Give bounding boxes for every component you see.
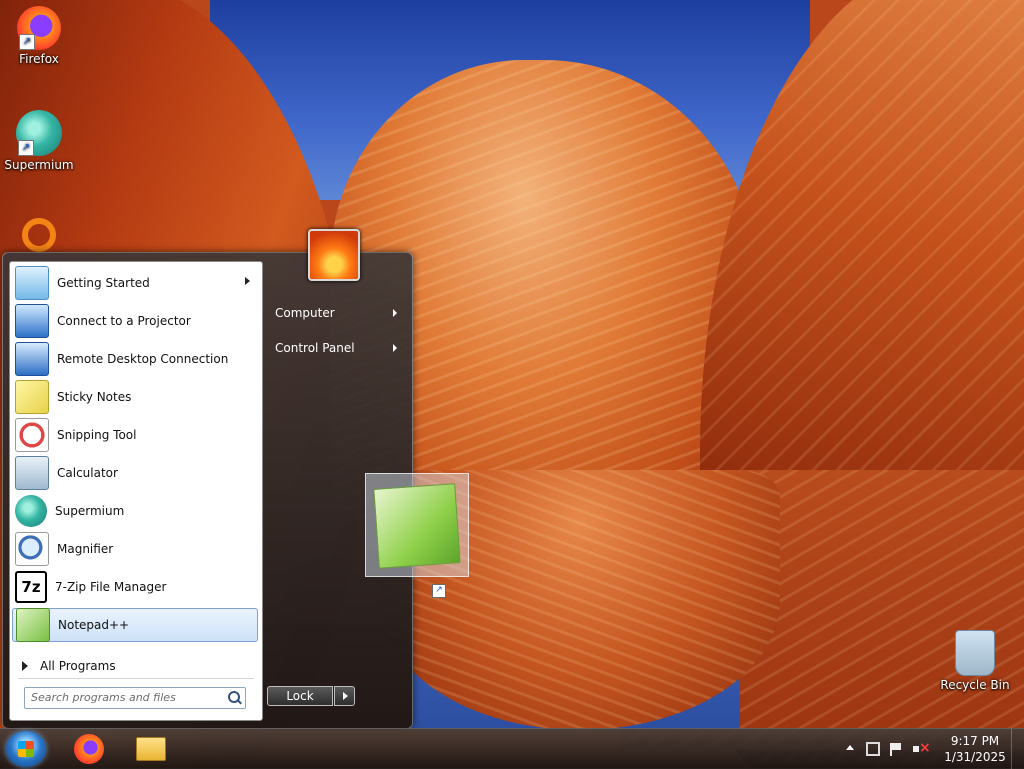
- taskbar-firefox[interactable]: [62, 731, 116, 767]
- calculator-icon: [15, 456, 49, 490]
- snipping-tool-icon: [15, 418, 49, 452]
- program-remote-desktop[interactable]: Remote Desktop Connection: [12, 342, 258, 376]
- program-label: Magnifier: [57, 542, 114, 556]
- taskbar: 9:17 PM 1/31/2025: [0, 728, 1024, 769]
- action-center-flag-icon[interactable]: [888, 742, 902, 756]
- program-label: Calculator: [57, 466, 118, 480]
- start-menu-programs-pane: Getting Started Connect to a Projector R…: [9, 261, 263, 721]
- desktop-icon-partial[interactable]: [1, 218, 77, 254]
- program-getting-started[interactable]: Getting Started: [12, 266, 258, 300]
- submenu-arrow-icon: [393, 309, 397, 317]
- start-button[interactable]: [6, 731, 46, 767]
- clock-time: 9:17 PM: [950, 734, 1000, 748]
- desktop-icon-supermium[interactable]: ↗ Supermium: [1, 110, 77, 172]
- desktop-icon-recycle-bin[interactable]: Recycle Bin: [937, 630, 1013, 692]
- remote-desktop-icon: [15, 342, 49, 376]
- program-label: Getting Started: [57, 276, 150, 290]
- program-calculator[interactable]: Calculator: [12, 456, 258, 490]
- right-item-label: Control Panel: [275, 341, 355, 355]
- lock-button[interactable]: Lock: [267, 686, 333, 706]
- start-menu: Getting Started Connect to a Projector R…: [2, 252, 413, 729]
- sticky-notes-icon: [15, 380, 49, 414]
- program-label: Supermium: [55, 504, 125, 518]
- getting-started-icon: [15, 266, 49, 300]
- notepad-plus-plus-icon: [373, 483, 461, 569]
- shortcut-arrow-icon: ↗: [19, 34, 35, 50]
- program-notepad-plus-plus[interactable]: Notepad++: [12, 608, 258, 642]
- program-7zip[interactable]: 7z 7-Zip File Manager: [12, 570, 258, 604]
- right-item-label: Computer: [275, 306, 335, 320]
- program-sticky-notes[interactable]: Sticky Notes: [12, 380, 258, 414]
- program-label: Notepad++: [58, 618, 130, 632]
- all-programs-label: All Programs: [40, 659, 116, 673]
- user-account-picture[interactable]: [308, 229, 360, 281]
- file-explorer-icon: [136, 737, 166, 761]
- 7zip-icon: 7z: [15, 571, 47, 603]
- supermium-icon: [15, 495, 47, 527]
- shortcut-arrow-icon: ↗: [18, 140, 34, 156]
- show-desktop-button[interactable]: [1011, 729, 1024, 769]
- program-magnifier[interactable]: Magnifier: [12, 532, 258, 566]
- submenu-arrow-icon: [393, 344, 397, 352]
- volume-muted-icon[interactable]: [912, 740, 931, 756]
- notepad-plus-plus-icon: [16, 608, 50, 642]
- search-icon[interactable]: [228, 691, 240, 703]
- network-icon[interactable]: [866, 742, 880, 756]
- program-supermium[interactable]: Supermium: [12, 494, 258, 528]
- start-menu-computer[interactable]: Computer: [275, 301, 403, 325]
- desktop-icon-label: Recycle Bin: [940, 678, 1010, 692]
- submenu-arrow-icon: [245, 277, 250, 285]
- show-hidden-icons-button[interactable]: [846, 745, 854, 750]
- program-label: Snipping Tool: [57, 428, 137, 442]
- program-label: Remote Desktop Connection: [57, 352, 229, 366]
- projector-icon: [15, 304, 49, 338]
- firefox-icon: [74, 734, 104, 764]
- desktop-icon-label: Supermium: [4, 158, 74, 172]
- program-connect-projector[interactable]: Connect to a Projector: [12, 304, 258, 338]
- program-label: Sticky Notes: [57, 390, 132, 404]
- desktop-icon-label: Firefox: [19, 52, 59, 66]
- taskbar-file-explorer[interactable]: [124, 731, 178, 767]
- all-programs-arrow-icon: [22, 661, 28, 671]
- orange-ring-app-icon: [22, 218, 56, 252]
- program-label: Connect to a Projector: [57, 314, 191, 328]
- supermium-icon: ↗: [16, 110, 62, 156]
- start-search-box[interactable]: [24, 687, 246, 709]
- magnifier-icon: [15, 532, 49, 566]
- start-menu-control-panel[interactable]: Control Panel: [275, 336, 403, 360]
- divider: [18, 678, 254, 679]
- all-programs-button[interactable]: All Programs: [20, 654, 250, 678]
- firefox-icon: ↗: [17, 6, 61, 50]
- clock[interactable]: 9:17 PM 1/31/2025: [940, 733, 1010, 765]
- program-label: 7-Zip File Manager: [55, 580, 167, 594]
- shortcut-arrow-icon: ↗: [432, 584, 446, 598]
- program-snipping-tool[interactable]: Snipping Tool: [12, 418, 258, 452]
- drag-preview: [365, 473, 469, 577]
- desktop-icon-firefox[interactable]: ↗ Firefox: [1, 6, 77, 66]
- search-input[interactable]: [25, 688, 227, 706]
- recycle-bin-icon: [955, 630, 995, 676]
- clock-date: 1/31/2025: [944, 750, 1006, 764]
- shutdown-options-arrow-button[interactable]: [334, 686, 355, 706]
